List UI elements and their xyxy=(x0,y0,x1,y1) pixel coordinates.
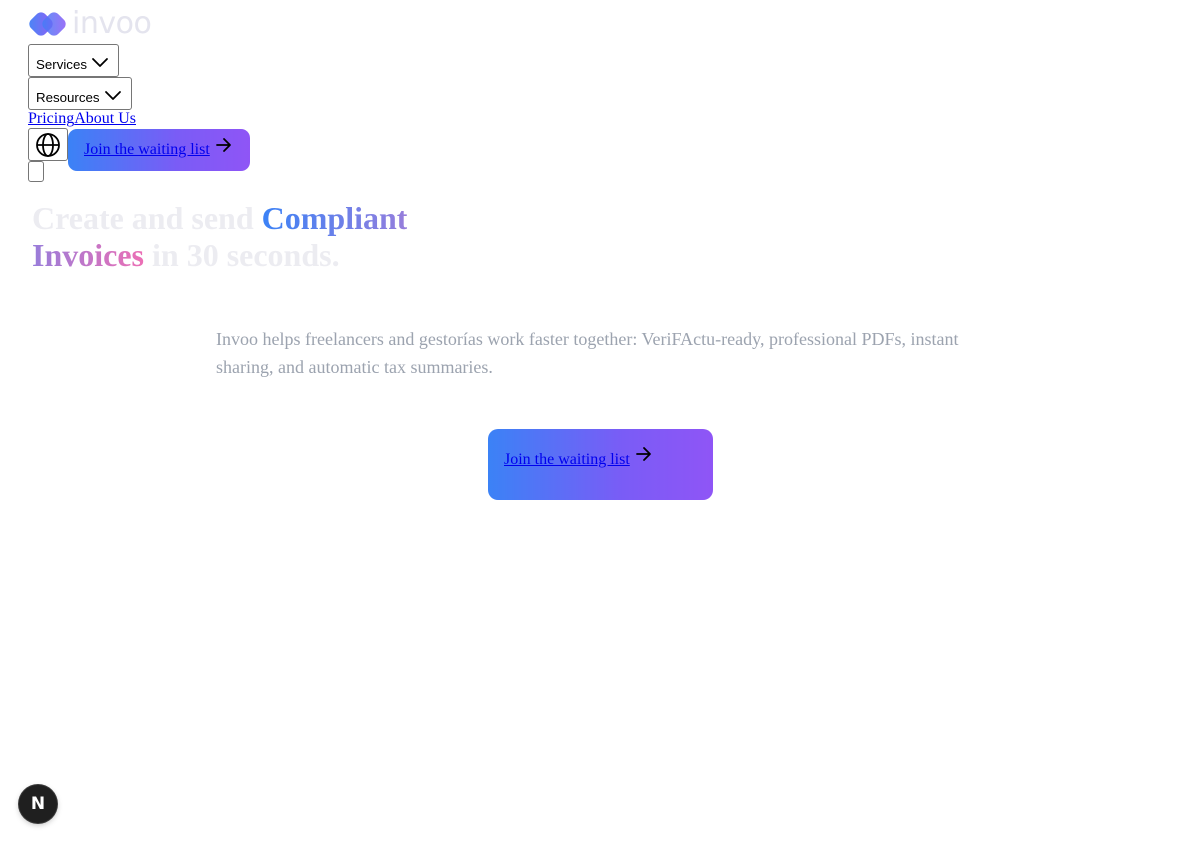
about-us-link[interactable]: About Us xyxy=(74,110,136,127)
header-waitlist-link[interactable]: Join the waiting list xyxy=(84,140,210,160)
dev-badge-label: N xyxy=(30,794,46,814)
hero-subtitle: Invoo helps freelancers and gestorías wo… xyxy=(216,329,959,377)
services-menu-button[interactable]: Services xyxy=(28,44,119,77)
globe-icon xyxy=(36,132,60,157)
hero-waitlist-button[interactable]: Join the waiting list xyxy=(488,429,713,500)
brand-name: invoo xyxy=(72,6,152,41)
resources-label: Resources xyxy=(36,90,100,105)
header-waitlist-button[interactable]: Join the waiting list xyxy=(68,129,250,171)
hero-waitlist-link[interactable]: Join the waiting list xyxy=(504,450,630,470)
arrow-right-icon xyxy=(635,447,651,461)
nav-links: PricingAbout Us xyxy=(28,109,136,129)
dev-tools-badge[interactable]: N xyxy=(19,785,57,823)
chevron-down-icon xyxy=(92,58,108,67)
mobile-menu-button[interactable] xyxy=(28,161,44,182)
invoo-logo-icon xyxy=(29,12,66,36)
headline-prefix: Create and send xyxy=(32,200,262,236)
language-button[interactable] xyxy=(28,128,68,161)
services-label: Services xyxy=(36,57,87,72)
headline-suffix: in 30 seconds. xyxy=(144,237,340,273)
brand-logo[interactable]: invoo xyxy=(28,6,152,42)
hero-headline: Create and send Compliant Invoices in 30… xyxy=(32,200,452,274)
resources-menu-button[interactable]: Resources xyxy=(28,77,132,110)
pricing-link[interactable]: Pricing xyxy=(28,110,74,127)
chevron-down-icon xyxy=(104,91,121,100)
arrow-right-icon xyxy=(215,138,231,152)
